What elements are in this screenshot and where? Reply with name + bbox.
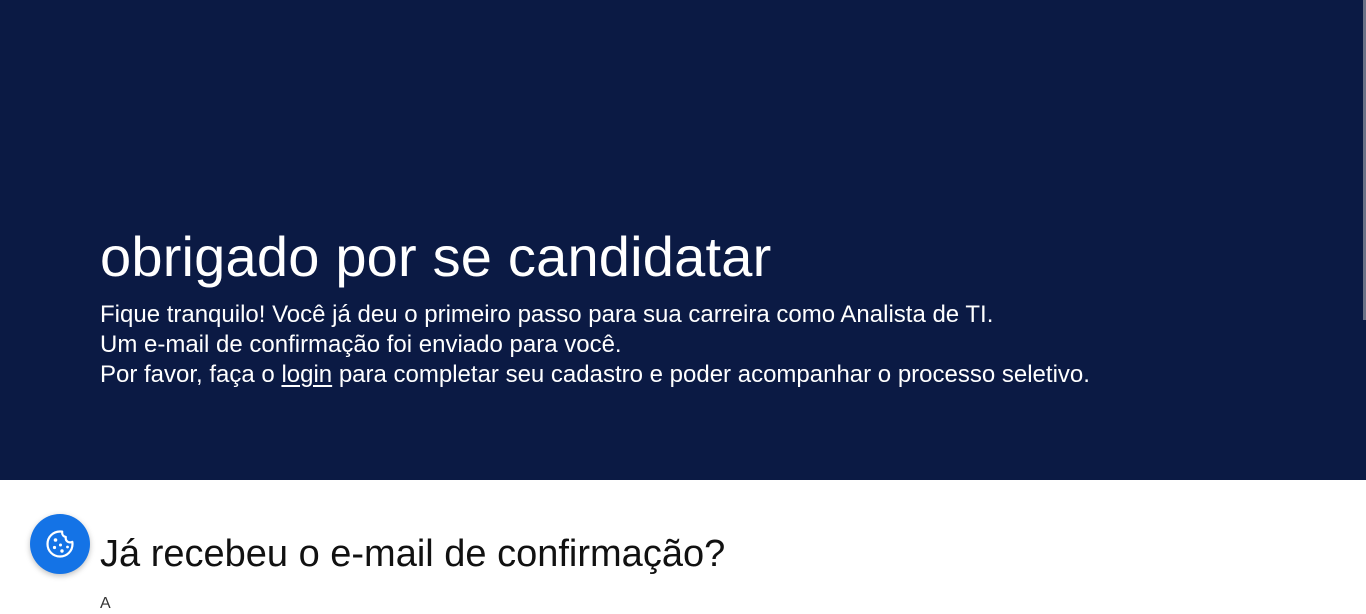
confirmation-subtext: A bbox=[100, 595, 111, 612]
cookie-icon bbox=[46, 530, 74, 558]
hero-line-career: Fique tranquilo! Você já deu o primeiro … bbox=[100, 301, 994, 328]
login-prefix-text: Por favor, faça o bbox=[100, 361, 282, 388]
cookie-settings-button[interactable] bbox=[30, 514, 90, 574]
hero-line-email-sent: Um e-mail de confirmação foi enviado par… bbox=[100, 331, 622, 358]
login-suffix-text: para completar seu cadastro e poder acom… bbox=[332, 361, 1090, 388]
hero-banner: obrigado por se candidatar Fique tranqui… bbox=[0, 0, 1366, 480]
hero-line-login: Por favor, faça o login para completar s… bbox=[100, 360, 1090, 390]
login-link[interactable]: login bbox=[281, 361, 332, 388]
confirmation-section: Já recebeu o e-mail de confirmação? A bbox=[0, 480, 1366, 612]
page-title: obrigado por se candidatar bbox=[100, 225, 772, 288]
hero-message: Fique tranquilo! Você já deu o primeiro … bbox=[100, 300, 1090, 390]
confirmation-heading: Já recebeu o e-mail de confirmação? bbox=[100, 533, 726, 575]
